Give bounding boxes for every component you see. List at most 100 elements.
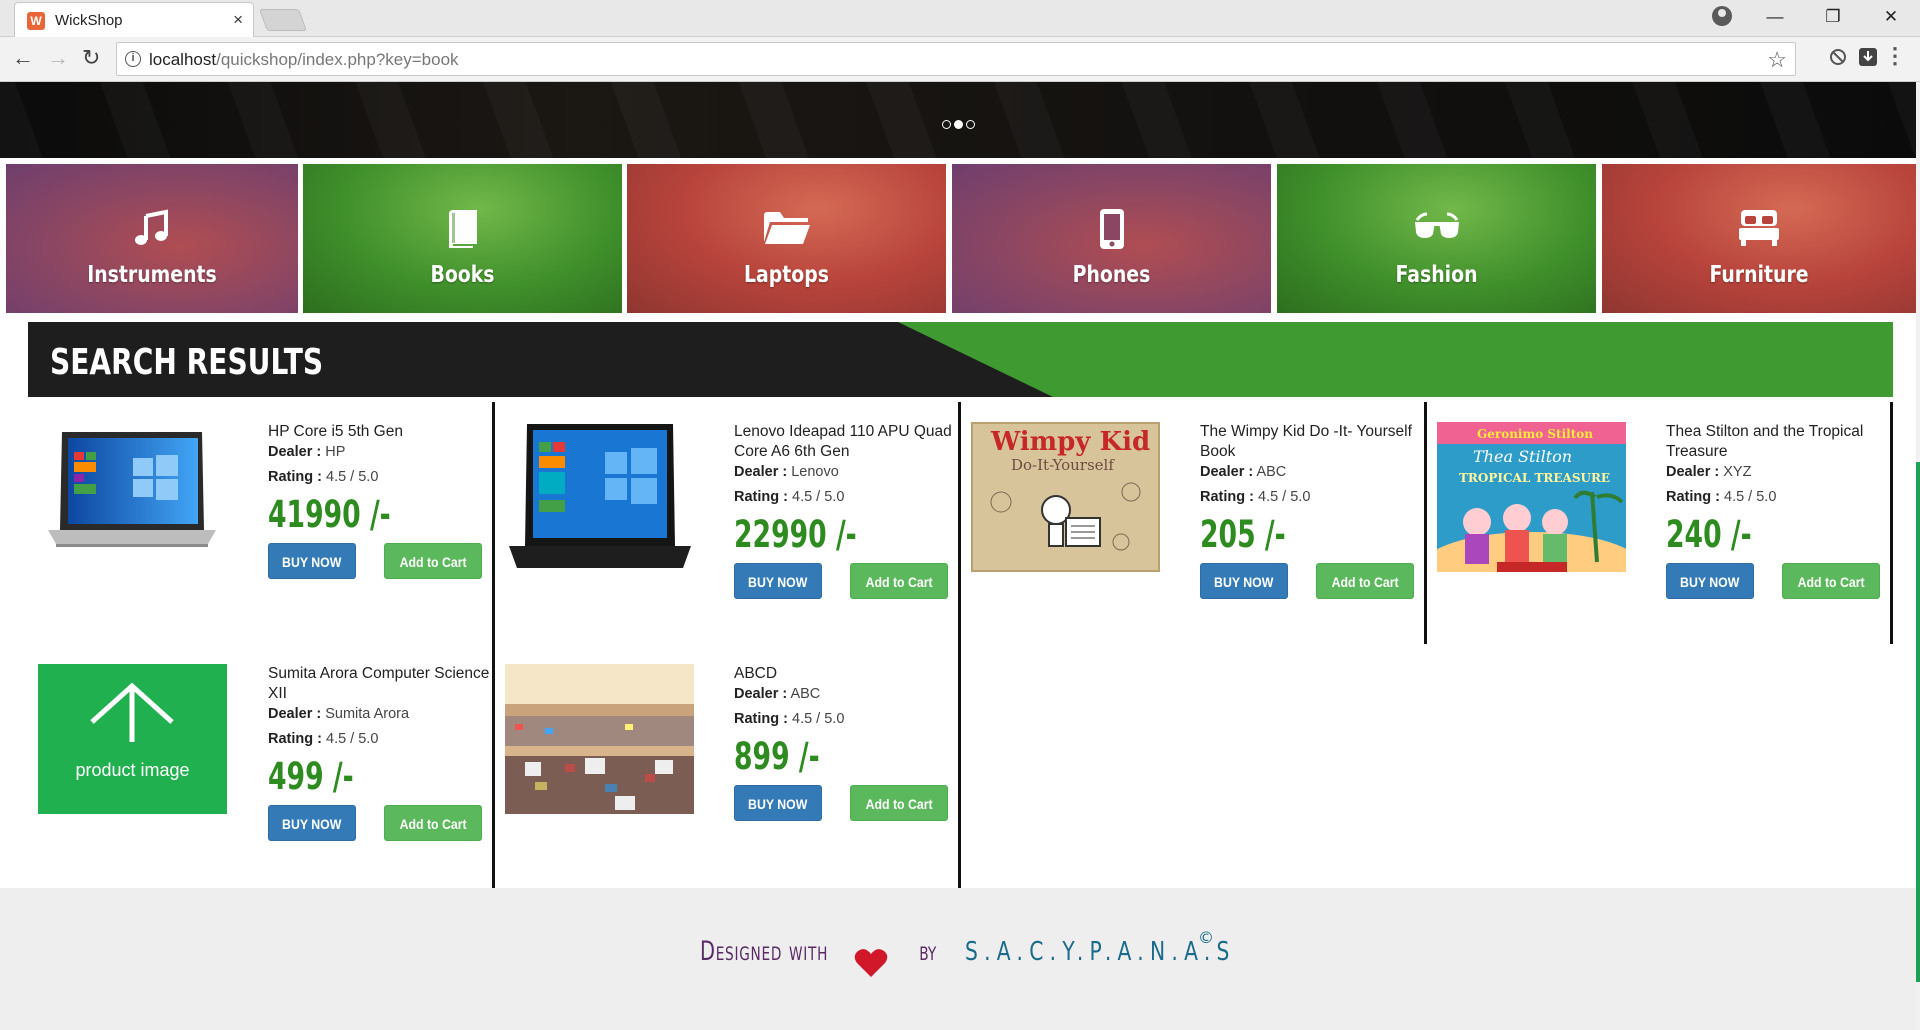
rating-label: Rating : — [268, 469, 322, 485]
svg-text:TROPICAL TREASURE: TROPICAL TREASURE — [1459, 471, 1610, 485]
rating-value: 4.5 / 5.0 — [1724, 489, 1777, 505]
block-extension-icon[interactable] — [1828, 47, 1848, 67]
product-info: HP Core i5 5th Gen Dealer : HP Rating : … — [268, 422, 493, 579]
address-bar[interactable]: i localhost/quickshop/index.php?key=book… — [116, 42, 1796, 76]
product-image[interactable]: Wimpy Kid Do-It-Yourself — [971, 422, 1160, 572]
category-grid: Instruments Books Laptops Phones Fashion… — [6, 164, 1916, 313]
product-name[interactable]: HP Core i5 5th Gen — [268, 422, 493, 442]
product-image[interactable]: Geronimo Stilton Thea Stilton TROPICAL T… — [1437, 422, 1626, 572]
web-page: Instruments Books Laptops Phones Fashion… — [0, 82, 1920, 1030]
folder-open-icon — [763, 212, 810, 244]
author-name[interactable]: S.A.C.Y.P.A.N.A.S — [965, 937, 1236, 967]
product-name[interactable]: ABCD — [734, 664, 959, 684]
tab-close-icon[interactable]: × — [233, 10, 243, 30]
minimize-button[interactable]: — — [1746, 7, 1804, 27]
category-laptops[interactable]: Laptops — [627, 164, 946, 313]
product-info: Sumita Arora Computer Science XII Dealer… — [268, 664, 493, 841]
svg-text:Thea Stilton: Thea Stilton — [1473, 447, 1572, 466]
svg-text:Do-It-Yourself: Do-It-Yourself — [1011, 456, 1115, 474]
product-name[interactable]: Lenovo Ideapad 110 APU Quad Core A6 6th … — [734, 422, 959, 462]
buy-now-button[interactable]: BUY NOW — [1200, 563, 1288, 599]
rating-value: 4.5 / 5.0 — [1258, 489, 1311, 505]
category-fashion[interactable]: Fashion — [1277, 164, 1596, 313]
new-tab-button[interactable] — [258, 9, 308, 31]
category-label: Laptops — [744, 262, 829, 288]
rating-value: 4.5 / 5.0 — [792, 489, 845, 505]
add-to-cart-button[interactable]: Add to Cart — [850, 785, 948, 821]
profile-icon[interactable] — [1712, 6, 1732, 26]
back-button[interactable]: ← — [12, 45, 34, 71]
carousel-dot[interactable] — [942, 120, 951, 129]
dealer-value: Lenovo — [791, 464, 839, 480]
rating-label: Rating : — [734, 711, 788, 727]
heart-icon — [854, 949, 888, 977]
mobile-phone-icon — [1099, 209, 1124, 249]
product-name[interactable]: Sumita Arora Computer Science XII — [268, 664, 493, 704]
category-label: Books — [430, 262, 495, 288]
copyright-symbol: © — [1198, 928, 1214, 947]
product-card: Wimpy Kid Do-It-Yourself The Wimpy Kid D… — [959, 402, 1425, 642]
product-info: ABCD Dealer : ABC Rating : 4.5 / 5.0 899… — [734, 664, 959, 821]
product-card: Geronimo Stilton Thea Stilton TROPICAL T… — [1425, 402, 1891, 642]
product-card: product image Sumita Arora Computer Scie… — [27, 644, 493, 884]
rating-value: 4.5 / 5.0 — [792, 711, 845, 727]
add-to-cart-button[interactable]: Add to Cart — [384, 543, 482, 579]
product-info: Lenovo Ideapad 110 APU Quad Core A6 6th … — [734, 422, 959, 599]
add-to-cart-button[interactable]: Add to Cart — [1316, 563, 1414, 599]
product-price: 205 /- — [1200, 513, 1286, 556]
info-icon[interactable]: i — [125, 51, 141, 67]
carousel-dot[interactable] — [966, 120, 975, 129]
product-info: Thea Stilton and the Tropical Treasure D… — [1666, 422, 1891, 599]
add-to-cart-button[interactable]: Add to Cart — [1782, 563, 1880, 599]
dealer-label: Dealer : — [734, 464, 788, 480]
buy-now-button[interactable]: BUY NOW — [268, 805, 356, 841]
bookmark-star-icon[interactable]: ☆ — [1767, 47, 1787, 73]
hero-carousel — [0, 82, 1916, 158]
page-scrollbar[interactable] — [1916, 82, 1920, 1030]
restore-button[interactable]: ❐ — [1804, 7, 1862, 27]
footer-credit: Designed with by S.A.C.Y.P.A.N.A.S © — [700, 928, 1312, 977]
book-icon — [448, 210, 477, 248]
product-card: Lenovo Ideapad 110 APU Quad Core A6 6th … — [493, 402, 959, 642]
dealer-label: Dealer : — [1200, 464, 1254, 480]
category-label: Fashion — [1395, 262, 1478, 288]
close-window-button[interactable]: ✕ — [1862, 7, 1920, 27]
category-instruments[interactable]: Instruments — [6, 164, 298, 313]
dealer-label: Dealer : — [734, 686, 788, 702]
buy-now-button[interactable]: BUY NOW — [1666, 563, 1754, 599]
dealer-value: Sumita Arora — [325, 706, 410, 722]
category-label: Furniture — [1709, 262, 1809, 288]
product-name[interactable]: The Wimpy Kid Do -It- Yourself Book — [1200, 422, 1425, 462]
product-image[interactable] — [505, 422, 694, 572]
by-text: by — [918, 936, 936, 967]
svg-text:product image: product image — [75, 760, 189, 780]
add-to-cart-button[interactable]: Add to Cart — [384, 805, 482, 841]
reload-button[interactable]: ↻ — [82, 45, 100, 71]
scrollbar-thumb[interactable] — [1916, 462, 1920, 982]
category-furniture[interactable]: Furniture — [1602, 164, 1916, 313]
carousel-dot-active[interactable] — [954, 120, 963, 129]
browser-tab[interactable]: W WickShop × — [14, 2, 254, 37]
product-image-placeholder[interactable]: product image — [38, 664, 227, 814]
product-price: 41990 /- — [268, 493, 391, 536]
category-phones[interactable]: Phones — [952, 164, 1271, 313]
buy-now-button[interactable]: BUY NOW — [734, 563, 822, 599]
product-image[interactable] — [505, 664, 694, 814]
add-to-cart-button[interactable]: Add to Cart — [850, 563, 948, 599]
category-label: Phones — [1072, 262, 1151, 288]
download-extension-icon[interactable] — [1858, 47, 1878, 67]
buy-now-button[interactable]: BUY NOW — [268, 543, 356, 579]
product-name[interactable]: Thea Stilton and the Tropical Treasure — [1666, 422, 1891, 462]
category-label: Instruments — [87, 262, 217, 288]
forward-button[interactable]: → — [47, 45, 69, 71]
buy-now-button[interactable]: BUY NOW — [734, 785, 822, 821]
browser-menu-icon[interactable]: ⋮ — [1884, 43, 1906, 69]
product-price: 22990 /- — [734, 513, 857, 556]
url-text[interactable]: localhost/quickshop/index.php?key=book — [149, 50, 459, 70]
category-books[interactable]: Books — [303, 164, 622, 313]
designed-with-text: Designed with — [700, 936, 829, 967]
sunglasses-icon — [1414, 212, 1459, 238]
dealer-label: Dealer : — [1666, 464, 1720, 480]
product-image[interactable] — [38, 422, 227, 572]
dealer-value: XYZ — [1723, 464, 1752, 480]
